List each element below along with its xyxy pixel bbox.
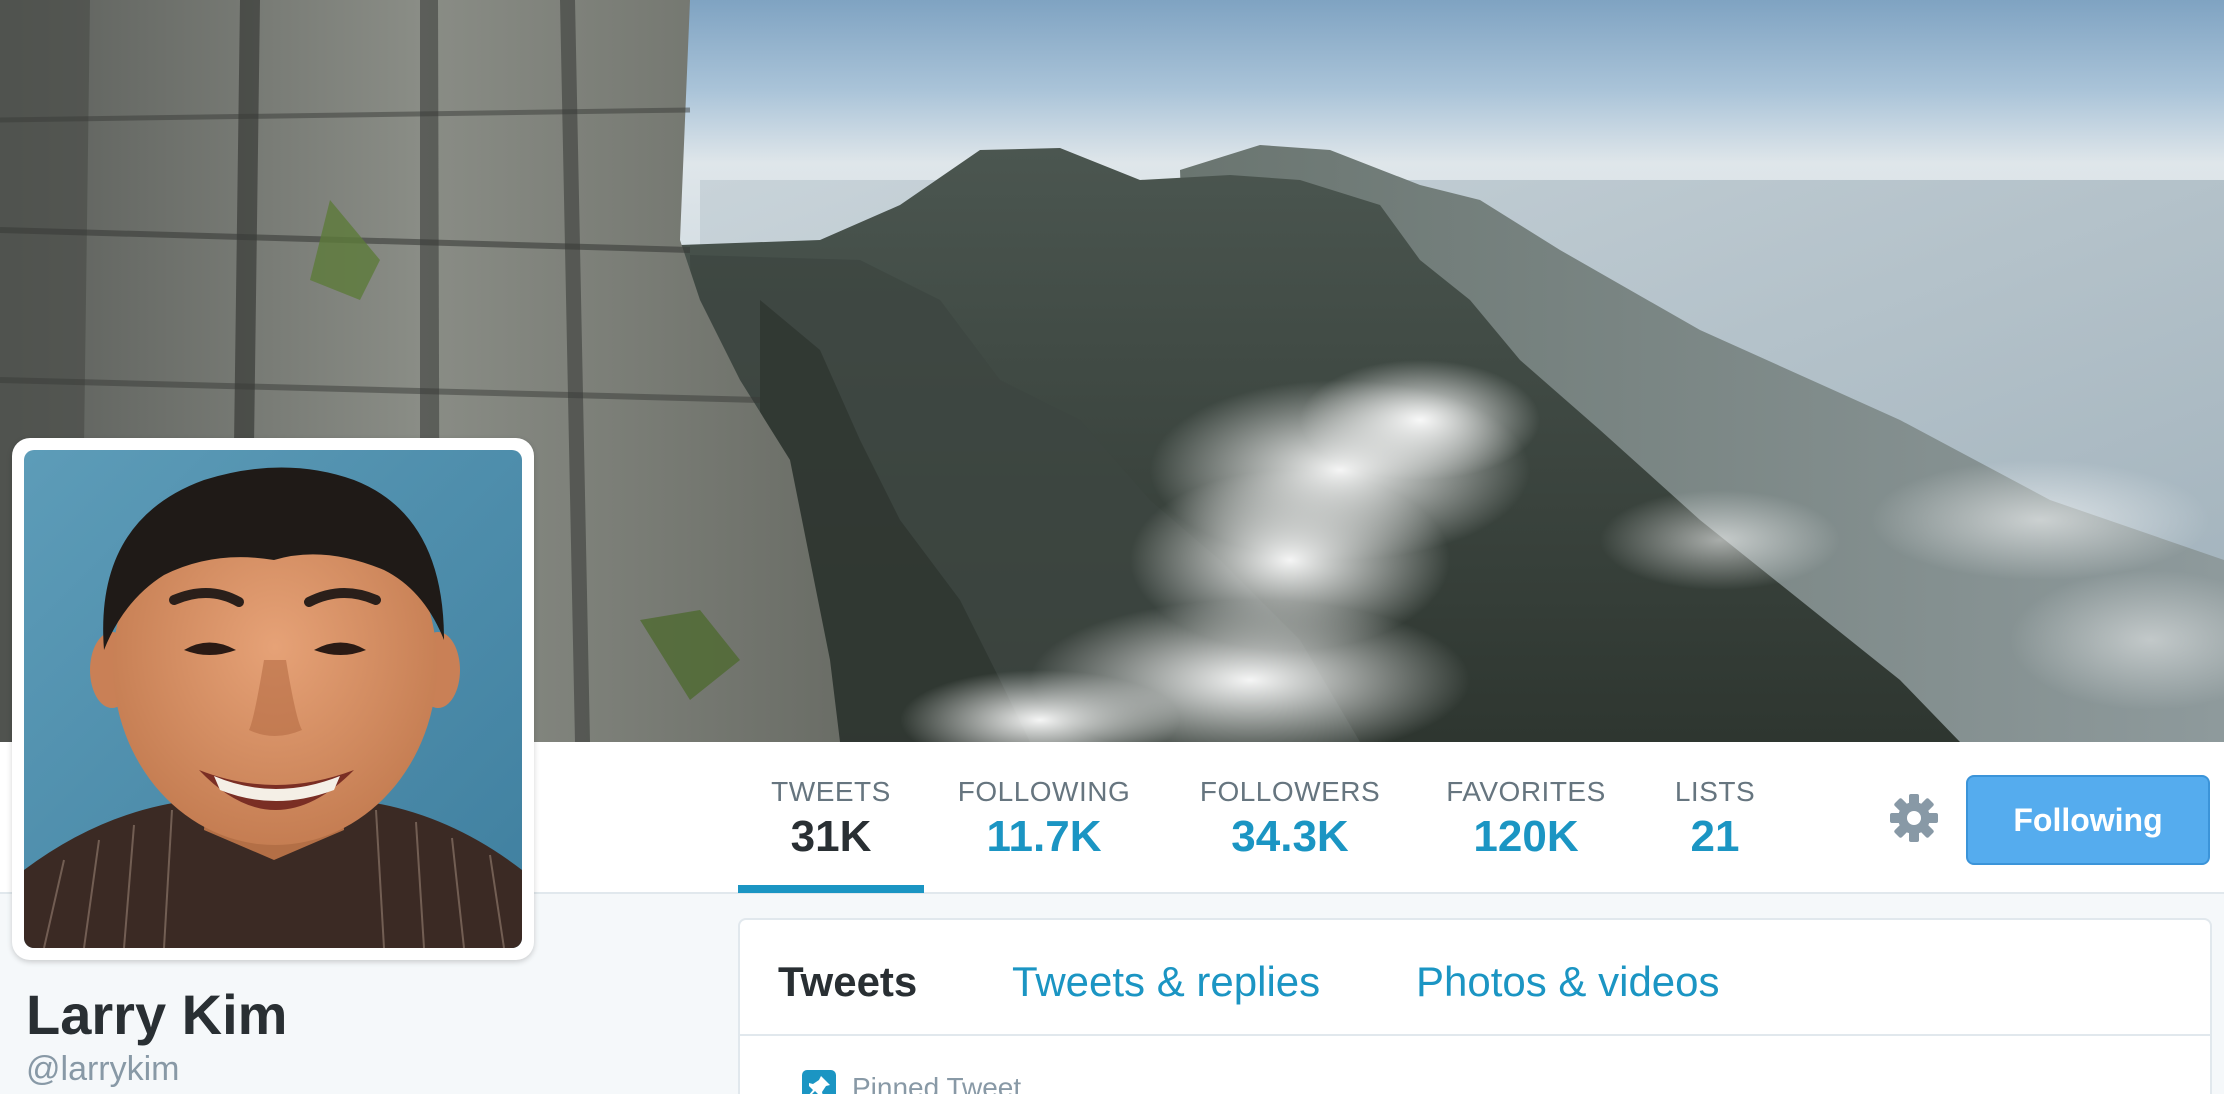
gear-icon[interactable] (1888, 792, 1940, 844)
stat-label: FAVORITES (1446, 776, 1606, 807)
stat-label: FOLLOWERS (1199, 776, 1381, 807)
avatar[interactable] (12, 438, 534, 960)
profile-name[interactable]: Larry Kim (26, 982, 287, 1047)
stat-followers[interactable]: FOLLOWERS 34.3K (1186, 742, 1394, 892)
pin-icon (802, 1070, 836, 1094)
stat-label: TWEETS (771, 776, 891, 807)
stat-tweets[interactable]: TWEETS 31K (738, 742, 924, 893)
stat-value: 120K (1473, 812, 1579, 861)
stat-value: 21 (1690, 812, 1740, 861)
tab-tweets[interactable]: Tweets (778, 958, 917, 1006)
active-tab-indicator (738, 885, 924, 893)
stat-lists[interactable]: LISTS 21 (1660, 742, 1770, 892)
stat-favorites[interactable]: FAVORITES 120K (1436, 742, 1616, 892)
stat-value: 34.3K (1231, 812, 1349, 861)
stat-following[interactable]: FOLLOWING 11.7K (944, 742, 1144, 892)
tab-tweets-and-replies[interactable]: Tweets & replies (1012, 958, 1320, 1006)
stat-label: LISTS (1674, 776, 1756, 807)
following-button[interactable]: Following (1966, 775, 2210, 865)
stat-value: 11.7K (986, 812, 1102, 861)
timeline-card: Tweets Tweets & replies Photos & videos … (738, 918, 2212, 1094)
timeline-tabs: Tweets Tweets & replies Photos & videos (740, 920, 2210, 1036)
profile-page: TWEETS 31K FOLLOWING 11.7K FOLLOWERS 34.… (0, 0, 2224, 1094)
pinned-tweet-label: Pinned Tweet (852, 1072, 1022, 1094)
avatar-photo (24, 450, 522, 948)
profile-handle[interactable]: @larrykim (26, 1050, 180, 1089)
stat-label: FOLLOWING (957, 776, 1131, 807)
stat-value: 31K (790, 812, 872, 861)
tab-photos-and-videos[interactable]: Photos & videos (1416, 958, 1720, 1006)
